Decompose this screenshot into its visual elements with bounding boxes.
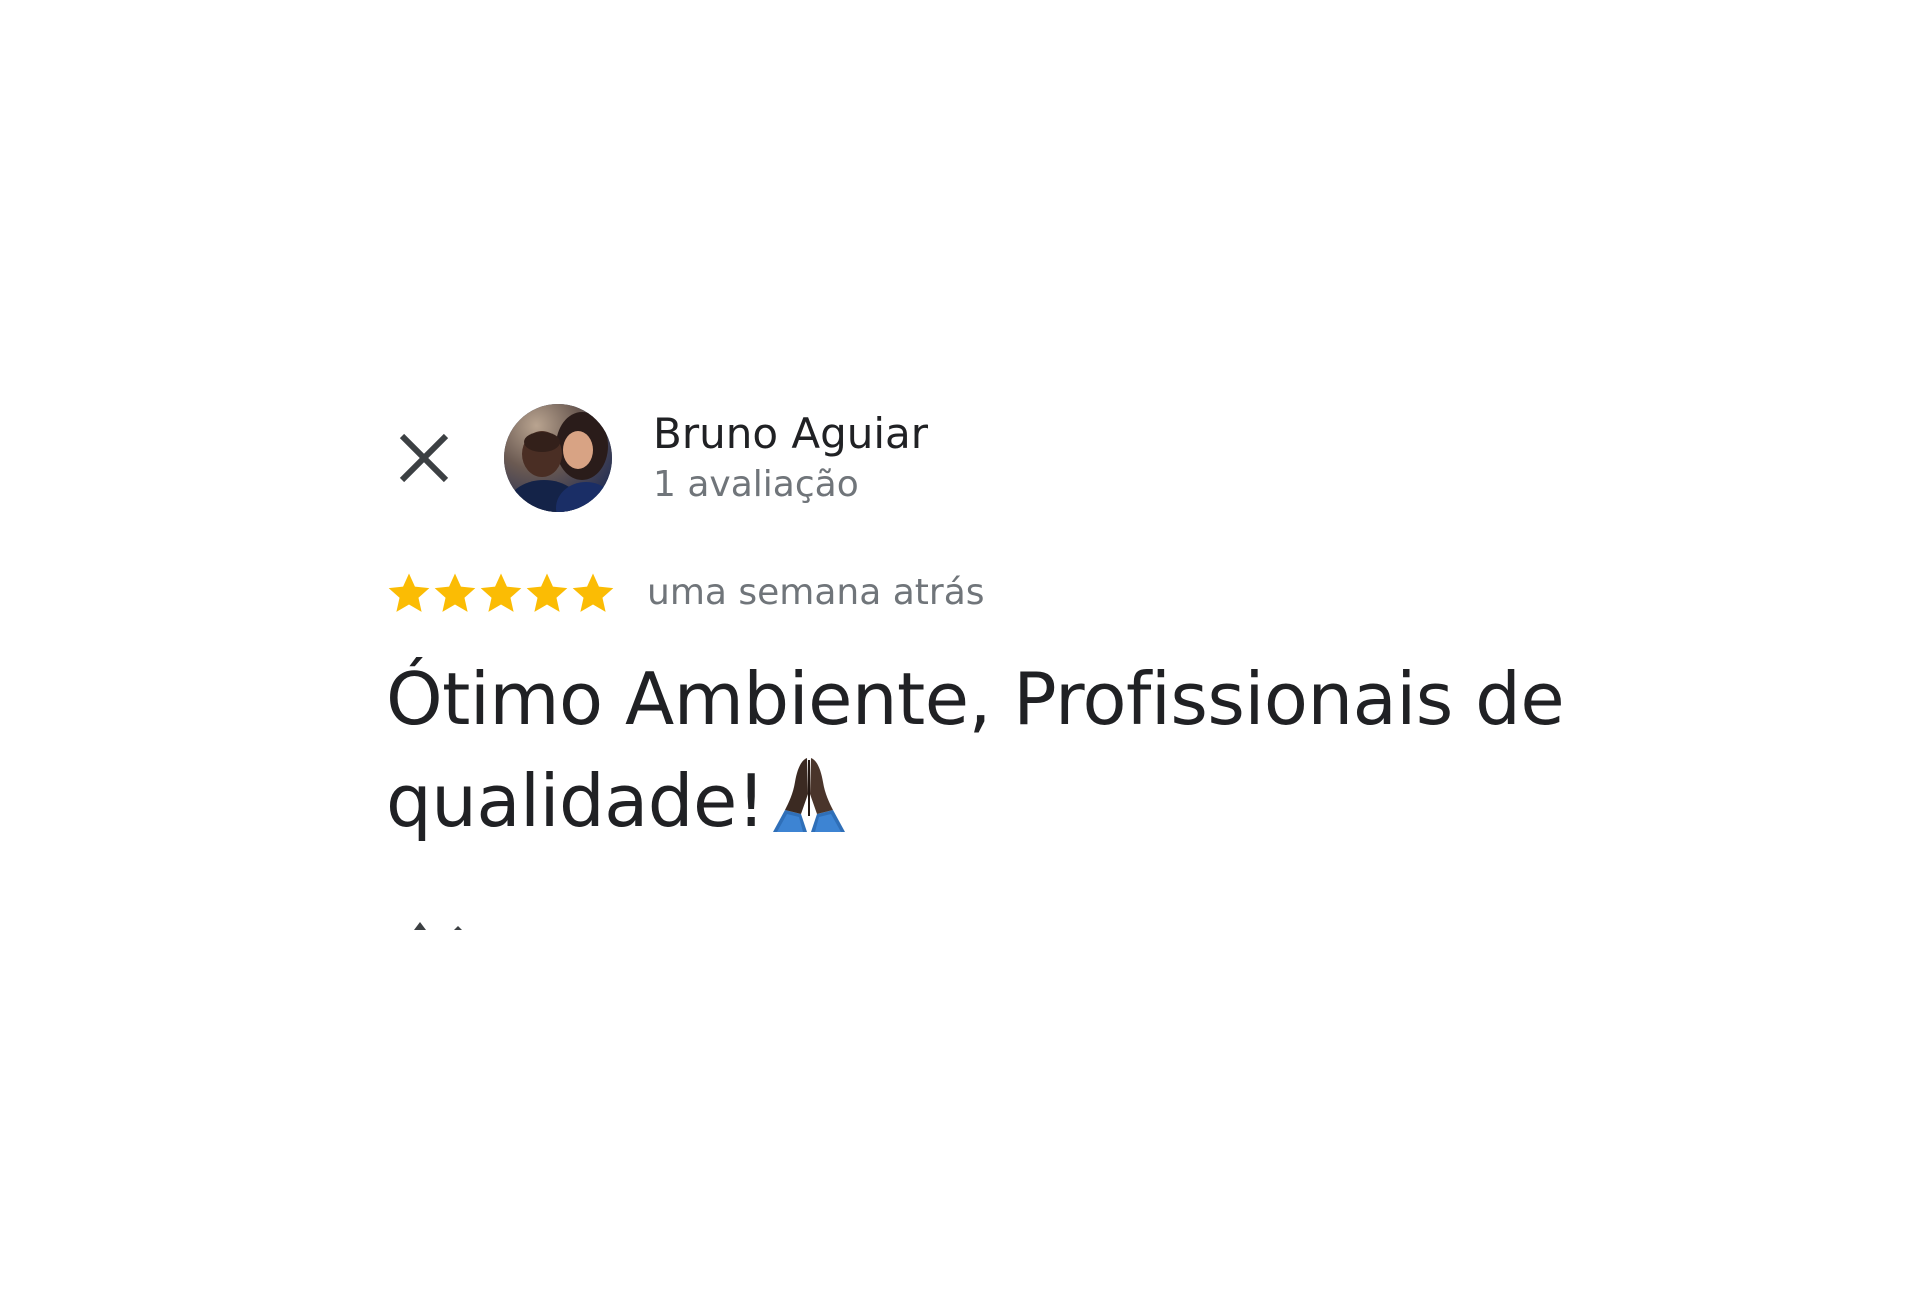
star-icon (480, 573, 522, 612)
profile-photo-icon (504, 404, 612, 512)
review-date: uma semana atrás (647, 572, 985, 613)
folded-hands-icon (767, 754, 851, 832)
review-text: Ótimo Ambiente, Profissionais de qualida… (386, 648, 1566, 852)
star-icon (526, 573, 568, 612)
reviewer-name[interactable]: Bruno Aguiar (653, 404, 928, 464)
review-body: Ótimo Ambiente, Profissionais de qualida… (386, 657, 1565, 843)
thumbs-up-icon (414, 922, 462, 930)
review-page: Bruno Aguiar 1 avaliação uma semana atrá… (0, 0, 1920, 1301)
star-icon (572, 573, 614, 612)
reviewer-review-count[interactable]: 1 avaliação (653, 458, 859, 512)
avatar[interactable] (504, 404, 612, 512)
reaction-icons-partial[interactable] (386, 900, 586, 930)
star-icon (434, 573, 476, 612)
star-rating (386, 568, 616, 618)
close-button[interactable] (392, 426, 456, 490)
star-icon (388, 573, 430, 612)
close-icon (399, 433, 449, 483)
